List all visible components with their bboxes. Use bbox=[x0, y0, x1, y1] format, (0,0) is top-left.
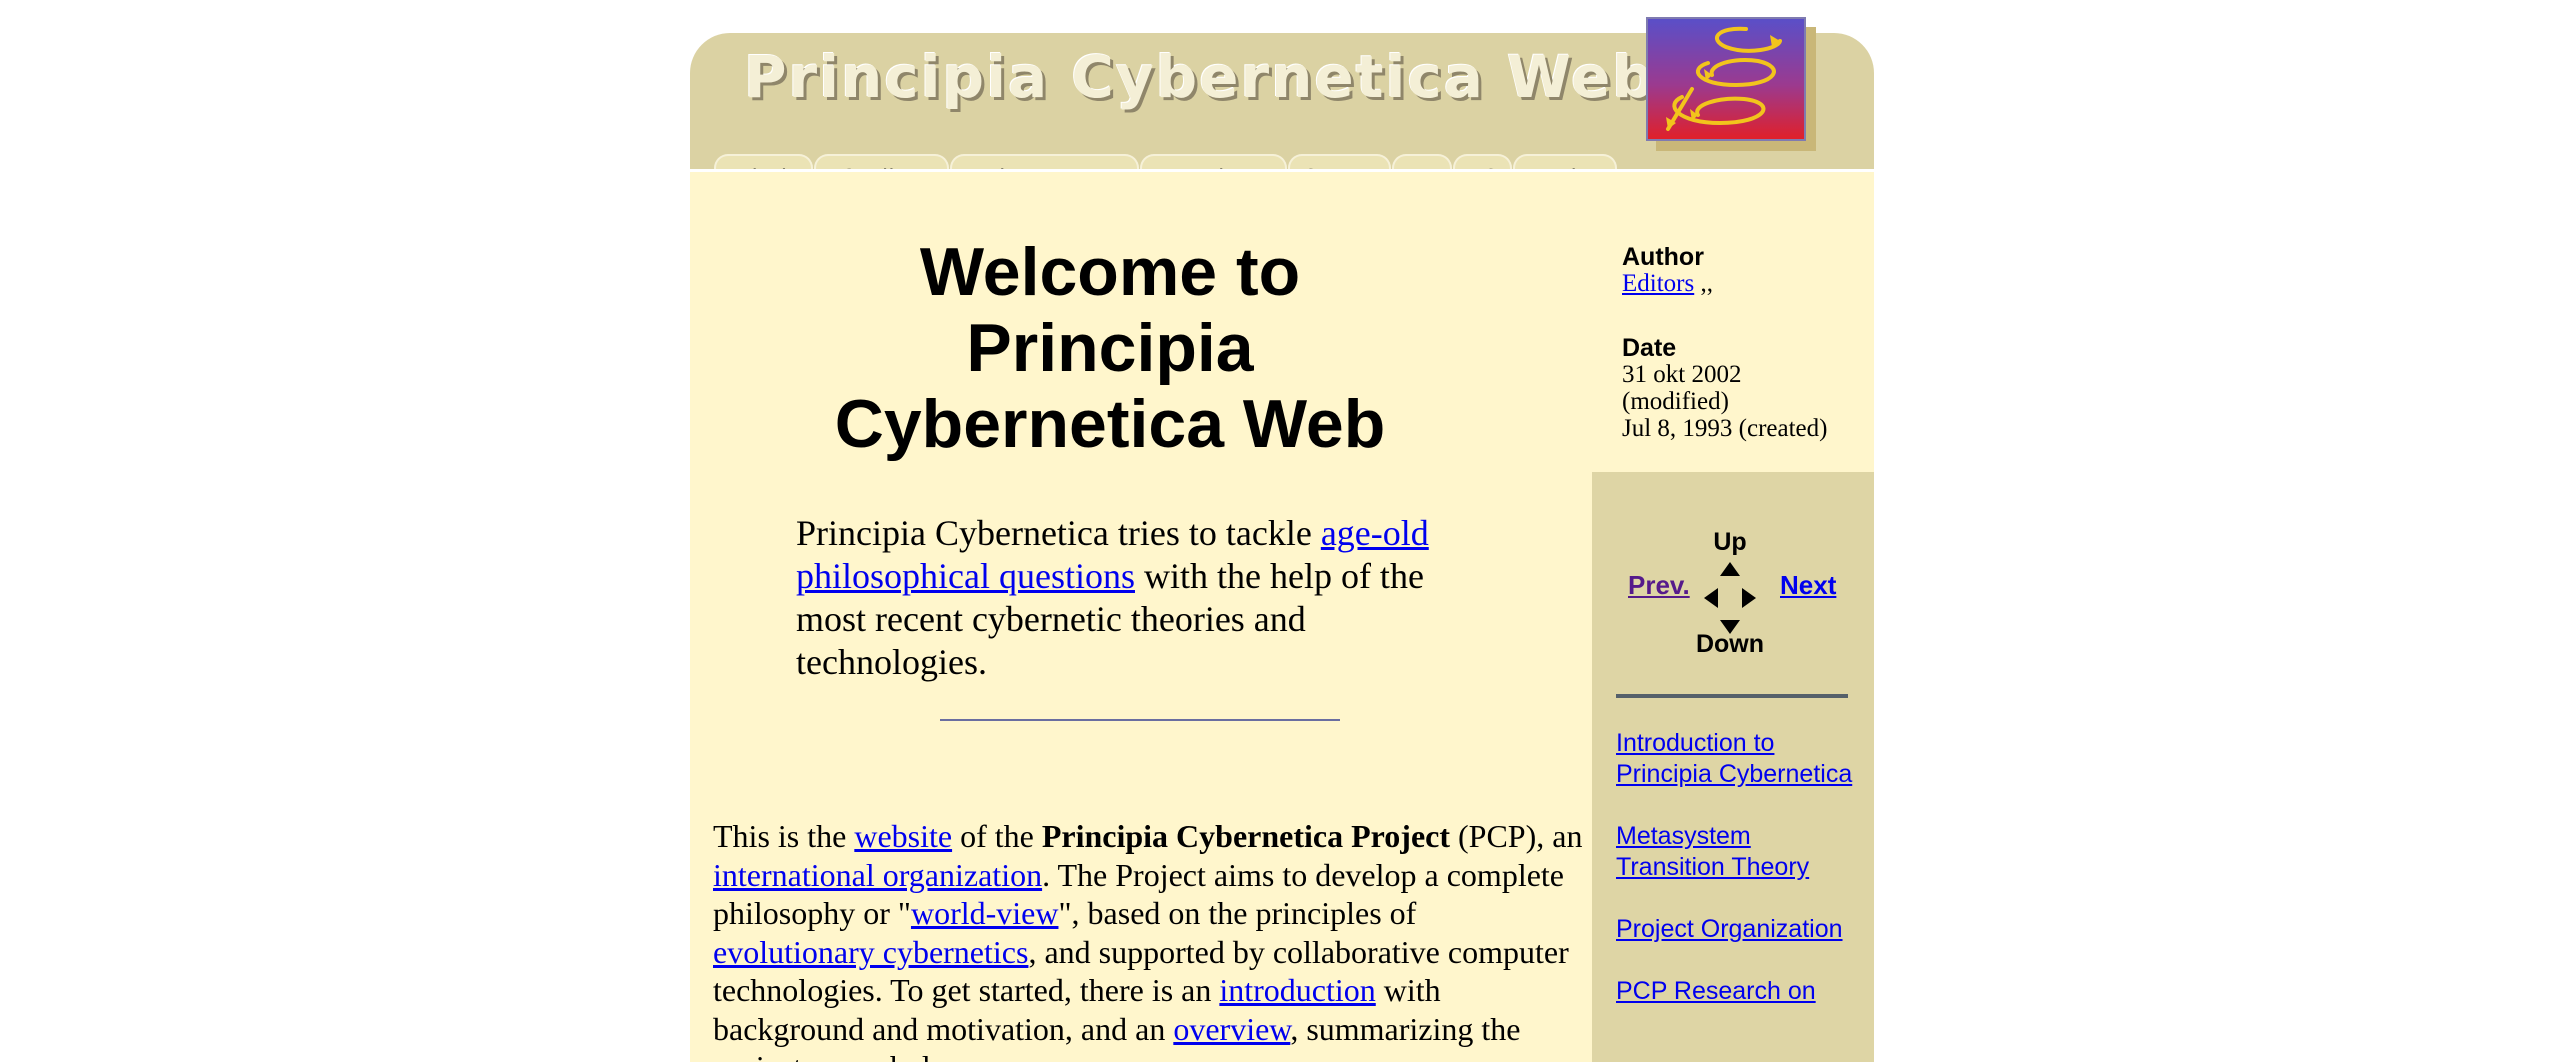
nav-prev-link[interactable]: Prev. bbox=[1628, 570, 1690, 601]
arrow-right-icon[interactable] bbox=[1742, 588, 1756, 608]
list-item: Project Organization bbox=[1616, 914, 1856, 945]
body-text-segment: (PCP), an bbox=[1450, 818, 1583, 854]
arrow-up-icon[interactable] bbox=[1720, 562, 1740, 576]
sidebar-link-metasystem-transition[interactable]: Metasystem Transition Theory bbox=[1616, 822, 1809, 881]
nav-down-link[interactable]: Down bbox=[1692, 630, 1768, 659]
date-created: Jul 8, 1993 (created) bbox=[1622, 415, 1828, 442]
sidebar-link-project-organization[interactable]: Project Organization bbox=[1616, 915, 1843, 943]
looping-arrows-logo-icon bbox=[1648, 19, 1804, 139]
sidebar-link-introduction[interactable]: Introduction to Principia Cybernetica bbox=[1616, 729, 1852, 788]
international-organization-link[interactable]: international organization bbox=[713, 857, 1042, 893]
intro-paragraph: This is the website of the Principia Cyb… bbox=[713, 817, 1583, 1062]
body-text-segment: of the bbox=[952, 818, 1042, 854]
sidebar-navigation: Up Prev. Next Down Introduction to Princ… bbox=[1592, 472, 1874, 1062]
nav-up-link[interactable]: Up bbox=[1692, 528, 1768, 557]
website-link[interactable]: website bbox=[854, 818, 952, 854]
list-item: Metasystem Transition Theory bbox=[1616, 821, 1856, 883]
page-title: Welcome to Principia Cybernetica Web bbox=[834, 234, 1386, 462]
sidebar-links: Introduction to Principia Cybernetica Me… bbox=[1616, 728, 1856, 1038]
page: Principia Cybernetica Web Find Outline W… bbox=[690, 0, 1874, 1062]
modified-note: (modified) bbox=[1622, 388, 1729, 415]
page-metadata: Author Editors ,, Date 31 okt 2002 (modi… bbox=[1592, 169, 1874, 475]
project-name: Principia Cybernetica Project bbox=[1041, 818, 1450, 854]
banner-title[interactable]: Principia Cybernetica Web bbox=[744, 43, 1656, 111]
editors-link[interactable]: Editors bbox=[1622, 270, 1694, 297]
date-label: Date bbox=[1622, 334, 1677, 362]
intro-quote: Principia Cybernetica tries to tackle ag… bbox=[796, 512, 1436, 684]
overview-link[interactable]: overview bbox=[1173, 1011, 1290, 1047]
nav-next-link[interactable]: Next bbox=[1780, 570, 1836, 601]
author-value: Editors ,, bbox=[1622, 270, 1713, 297]
quote-text-before: Principia Cybernetica tries to tackle bbox=[796, 513, 1321, 553]
divider bbox=[940, 719, 1340, 721]
list-item: Introduction to Principia Cybernetica bbox=[1616, 728, 1856, 790]
author-label: Author bbox=[1622, 243, 1704, 271]
list-item: PCP Research on bbox=[1616, 976, 1856, 1007]
site-logo[interactable] bbox=[1646, 17, 1806, 141]
introduction-link[interactable]: introduction bbox=[1219, 972, 1375, 1008]
date-modified: 31 okt 2002 bbox=[1622, 361, 1742, 388]
sidebar-link-pcp-research[interactable]: PCP Research on bbox=[1616, 977, 1816, 1005]
author-suffix: ,, bbox=[1700, 270, 1713, 297]
four-way-arrow-pad-icon bbox=[1704, 562, 1756, 634]
arrow-left-icon[interactable] bbox=[1704, 588, 1718, 608]
evolutionary-cybernetics-link[interactable]: evolutionary cybernetics bbox=[713, 934, 1028, 970]
world-view-link[interactable]: world-view bbox=[911, 895, 1059, 931]
body-text-segment: ", based on the principles of bbox=[1058, 895, 1417, 931]
sidebar-divider bbox=[1616, 694, 1848, 698]
body-text-segment: This is the bbox=[713, 818, 855, 854]
main-content: Welcome to Principia Cybernetica Web Pri… bbox=[690, 169, 1592, 1062]
